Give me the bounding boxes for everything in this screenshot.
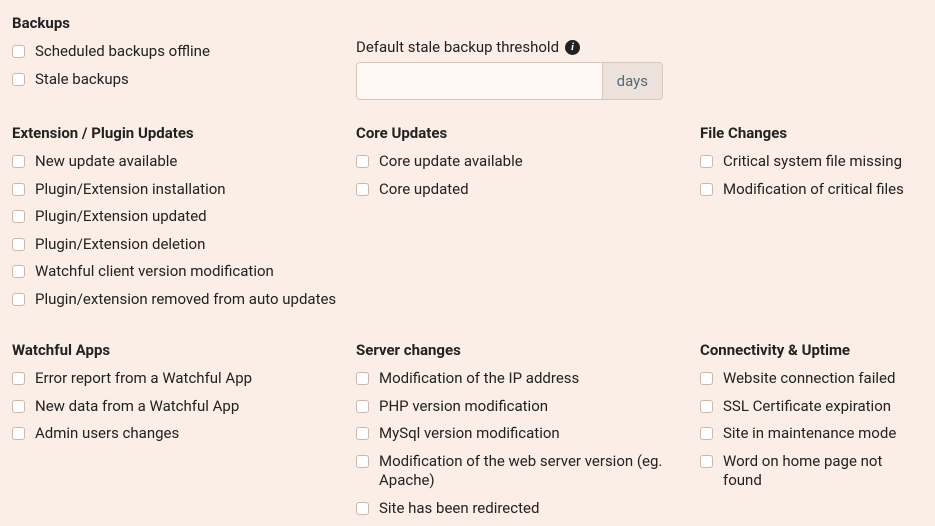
checkbox-row: Modification of the web server version (… [356, 452, 692, 491]
checkbox-critical-file-missing[interactable] [700, 155, 713, 168]
checkbox-row: SSL Certificate expiration [700, 397, 923, 417]
checkbox-row: Site has been redirected [356, 499, 692, 519]
checkbox-label[interactable]: Error report from a Watchful App [35, 369, 348, 389]
checkbox-row: Plugin/Extension updated [12, 207, 348, 227]
connectivity-title: Connectivity & Uptime [700, 341, 923, 359]
checkbox-admin-users-changes[interactable] [12, 427, 25, 440]
checkbox-label[interactable]: Watchful client version modification [35, 262, 348, 282]
col-connectivity: Connectivity & Uptime Website connection… [696, 339, 927, 526]
checkbox-mysql-version-mod[interactable] [356, 427, 369, 440]
checkbox-stale-backups[interactable] [12, 73, 25, 86]
checkbox-label[interactable]: New update available [35, 152, 348, 172]
row-updates: Extension / Plugin Updates New update av… [8, 122, 927, 317]
checkbox-row: Scheduled backups offline [12, 42, 348, 62]
threshold-label-row: Default stale backup threshold i [356, 38, 692, 56]
checkbox-row: New data from a Watchful App [12, 397, 348, 417]
checkbox-label[interactable]: Modification of critical files [723, 180, 923, 200]
col-backups: Backups Scheduled backups offline Stale … [8, 12, 352, 100]
checkbox-label[interactable]: MySql version modification [379, 424, 692, 444]
col-threshold: Default stale backup threshold i days [352, 12, 696, 100]
checkbox-new-data-app[interactable] [12, 400, 25, 413]
checkbox-label[interactable]: Website connection failed [723, 369, 923, 389]
checkbox-row: Stale backups [12, 70, 348, 90]
checkbox-label[interactable]: Core update available [379, 152, 692, 172]
col-extension-updates: Extension / Plugin Updates New update av… [8, 122, 352, 317]
checkbox-row: Core update available [356, 152, 692, 172]
checkbox-label[interactable]: PHP version modification [379, 397, 692, 417]
checkbox-row: MySql version modification [356, 424, 692, 444]
checkbox-row: Core updated [356, 180, 692, 200]
threshold-input-group: days [356, 62, 663, 100]
checkbox-webserver-version-mod[interactable] [356, 455, 369, 468]
checkbox-new-update-available[interactable] [12, 155, 25, 168]
row-server: Watchful Apps Error report from a Watchf… [8, 339, 927, 526]
checkbox-label[interactable]: Admin users changes [35, 424, 348, 444]
backups-title: Backups [12, 14, 348, 32]
server-changes-title: Server changes [356, 341, 692, 359]
checkbox-row: Site in maintenance mode [700, 424, 923, 444]
checkbox-maintenance-mode[interactable] [700, 427, 713, 440]
threshold-unit: days [602, 62, 663, 100]
checkbox-label[interactable]: Word on home page not found [723, 452, 923, 491]
checkbox-scheduled-backups-offline[interactable] [12, 45, 25, 58]
checkbox-row: Plugin/Extension deletion [12, 235, 348, 255]
checkbox-label[interactable]: Scheduled backups offline [35, 42, 348, 62]
col-watchful-apps: Watchful Apps Error report from a Watchf… [8, 339, 352, 526]
row-backups: Backups Scheduled backups offline Stale … [8, 12, 927, 100]
checkbox-ssl-expiration[interactable] [700, 400, 713, 413]
col-empty [696, 12, 927, 100]
checkbox-row: Modification of the IP address [356, 369, 692, 389]
checkbox-plugin-installation[interactable] [12, 183, 25, 196]
checkbox-label[interactable]: Critical system file missing [723, 152, 923, 172]
checkbox-label[interactable]: Modification of the IP address [379, 369, 692, 389]
checkbox-plugin-removed-auto[interactable] [12, 293, 25, 306]
checkbox-label[interactable]: SSL Certificate expiration [723, 397, 923, 417]
col-server-changes: Server changes Modification of the IP ad… [352, 339, 696, 526]
checkbox-row: Word on home page not found [700, 452, 923, 491]
checkbox-error-report-app[interactable] [12, 372, 25, 385]
checkbox-plugin-updated[interactable] [12, 210, 25, 223]
checkbox-word-not-found[interactable] [700, 455, 713, 468]
info-icon[interactable]: i [565, 40, 580, 55]
checkbox-row: PHP version modification [356, 397, 692, 417]
file-changes-title: File Changes [700, 124, 923, 142]
threshold-label: Default stale backup threshold [356, 38, 559, 56]
checkbox-label[interactable]: Modification of the web server version (… [379, 452, 692, 491]
checkbox-row: Modification of critical files [700, 180, 923, 200]
checkbox-row: Watchful client version modification [12, 262, 348, 282]
checkbox-label[interactable]: Plugin/Extension installation [35, 180, 348, 200]
col-core-updates: Core Updates Core update available Core … [352, 122, 696, 317]
checkbox-php-version-mod[interactable] [356, 400, 369, 413]
checkbox-watchful-client-mod[interactable] [12, 265, 25, 278]
core-updates-title: Core Updates [356, 124, 692, 142]
checkbox-label[interactable]: Stale backups [35, 70, 348, 90]
checkbox-row: Plugin/Extension installation [12, 180, 348, 200]
checkbox-row: Admin users changes [12, 424, 348, 444]
checkbox-label[interactable]: Core updated [379, 180, 692, 200]
checkbox-label[interactable]: Plugin/Extension updated [35, 207, 348, 227]
col-file-changes: File Changes Critical system file missin… [696, 122, 927, 317]
extension-updates-title: Extension / Plugin Updates [12, 124, 348, 142]
checkbox-core-updated[interactable] [356, 183, 369, 196]
checkbox-ip-modification[interactable] [356, 372, 369, 385]
checkbox-connection-failed[interactable] [700, 372, 713, 385]
threshold-input[interactable] [356, 62, 602, 100]
checkbox-row: Plugin/extension removed from auto updat… [12, 290, 348, 310]
checkbox-row: Error report from a Watchful App [12, 369, 348, 389]
checkbox-modification-critical-files[interactable] [700, 183, 713, 196]
checkbox-row: New update available [12, 152, 348, 172]
checkbox-row: Critical system file missing [700, 152, 923, 172]
checkbox-label[interactable]: Plugin/extension removed from auto updat… [35, 290, 348, 310]
checkbox-label[interactable]: Plugin/Extension deletion [35, 235, 348, 255]
checkbox-label[interactable]: New data from a Watchful App [35, 397, 348, 417]
watchful-apps-title: Watchful Apps [12, 341, 348, 359]
checkbox-row: Website connection failed [700, 369, 923, 389]
checkbox-label[interactable]: Site in maintenance mode [723, 424, 923, 444]
checkbox-plugin-deletion[interactable] [12, 238, 25, 251]
checkbox-core-update-available[interactable] [356, 155, 369, 168]
checkbox-label[interactable]: Site has been redirected [379, 499, 692, 519]
